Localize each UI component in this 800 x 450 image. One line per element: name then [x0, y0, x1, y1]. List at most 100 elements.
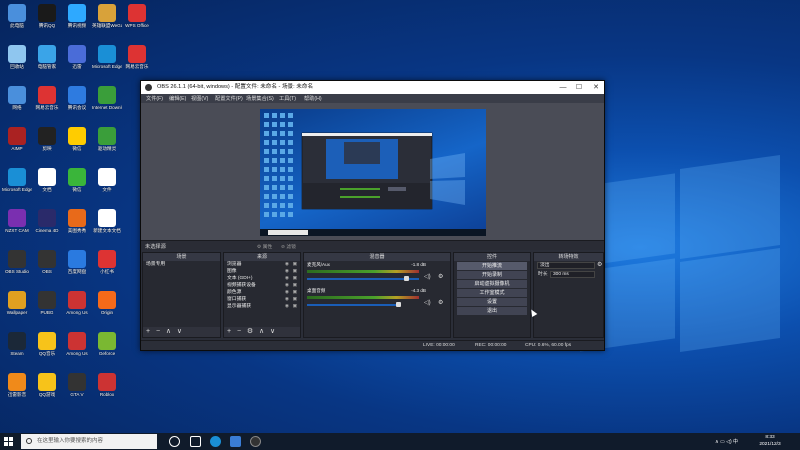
remove-scene-button[interactable]: −	[156, 328, 160, 335]
edge-icon[interactable]	[210, 436, 221, 447]
desktop-icon[interactable]: Geforce	[92, 330, 122, 370]
minimize-button[interactable]: —	[555, 81, 571, 94]
menu-file[interactable]: 文件(F)	[146, 95, 163, 102]
desktop-icon[interactable]: 微信	[62, 166, 92, 206]
desktop-icon[interactable]: WPS Office	[122, 2, 152, 42]
desktop-icon[interactable]: GTA V	[62, 371, 92, 411]
source-item-color[interactable]: 颜色源 ◉ ▣	[224, 289, 300, 296]
desktop-icon[interactable]: 文件	[92, 166, 122, 206]
desktop-icon[interactable]: Among Us	[62, 289, 92, 329]
desktop-icon[interactable]: 此电脑	[2, 2, 32, 42]
move-scene-down-button[interactable]: ∨	[177, 328, 182, 335]
source-item-video-capture[interactable]: 视频捕获设备 ◉ ▣	[224, 282, 300, 289]
eye-icon[interactable]: ◉	[285, 296, 289, 303]
desktop-icon[interactable]: QQ音乐	[32, 330, 62, 370]
desktop-icon[interactable]: 腾讯QQ	[32, 2, 62, 42]
desktop-icon[interactable]: 腾讯会议	[62, 84, 92, 124]
preview-canvas[interactable]	[141, 103, 604, 240]
menu-edit[interactable]: 编辑(E)	[169, 95, 186, 102]
desktop-icon[interactable]: 网易云音乐	[122, 43, 152, 83]
desktop-icon[interactable]: Among Us	[62, 330, 92, 370]
desktop-icon[interactable]: 驱动精灵	[92, 125, 122, 165]
preview-screen[interactable]	[260, 109, 486, 236]
task-view-icon[interactable]	[190, 436, 201, 447]
gear-icon[interactable]: ⚙	[438, 273, 443, 280]
start-virtual-camera-button[interactable]: 启动虚拟摄像机	[457, 280, 527, 288]
desktop-icon[interactable]: AIMP	[2, 125, 32, 165]
taskbar-search-box[interactable]: 在这里输入你要搜索的内容	[21, 434, 157, 449]
desktop-icon[interactable]: OBS	[32, 248, 62, 288]
volume-slider[interactable]	[307, 278, 419, 280]
desktop-icon[interactable]: 网络	[2, 84, 32, 124]
system-tray[interactable]: ∧ ▭ ◁) 中	[715, 438, 738, 445]
desktop-icon[interactable]: Microsoft Edge	[92, 43, 122, 83]
scene-item[interactable]: 场景专用	[143, 261, 220, 268]
obs-titlebar[interactable]: OBS 26.1.1 (64-bit, windows) - 配置文件: 未命名…	[141, 81, 604, 94]
source-item-image[interactable]: 图像 ◉ ▣	[224, 268, 300, 275]
speaker-icon[interactable]: ◁)	[424, 273, 431, 280]
desktop-icon[interactable]: OBS Studio	[2, 248, 32, 288]
lock-icon[interactable]: ▣	[292, 282, 297, 289]
studio-mode-button[interactable]: 工作室模式	[457, 289, 527, 297]
lock-icon[interactable]: ▣	[292, 261, 297, 268]
desktop-icon[interactable]: 剪映	[32, 125, 62, 165]
desktop-icon[interactable]: 网易云音乐	[32, 84, 62, 124]
desktop-icon[interactable]: Internet Download	[92, 84, 122, 124]
desktop-icon[interactable]: 英雄联盟WeGame	[92, 2, 122, 42]
start-recording-button[interactable]: 开始录制	[457, 271, 527, 279]
desktop-icon[interactable]: 美图秀秀	[62, 207, 92, 247]
taskbar-clock[interactable]: 8:33 2021/12/3	[751, 434, 789, 448]
eye-icon[interactable]: ◉	[285, 289, 289, 296]
lock-icon[interactable]: ▣	[292, 296, 297, 303]
volume-slider-handle[interactable]	[404, 276, 409, 281]
move-source-down-button[interactable]: ∨	[270, 328, 275, 335]
desktop-icon[interactable]: 电脑管家	[32, 43, 62, 83]
maximize-button[interactable]: ☐	[571, 81, 587, 94]
add-source-button[interactable]: +	[227, 328, 231, 335]
desktop-icon[interactable]: 迅雷	[62, 43, 92, 83]
move-scene-up-button[interactable]: ∧	[166, 328, 171, 335]
source-item-window-capture[interactable]: 窗口捕获 ◉ ▣	[224, 296, 300, 303]
eye-icon[interactable]: ◉	[285, 275, 289, 282]
lock-icon[interactable]: ▣	[292, 303, 297, 310]
steam-icon[interactable]	[230, 436, 241, 447]
desktop-icon[interactable]: Steam	[2, 330, 32, 370]
volume-slider-handle[interactable]	[396, 302, 401, 307]
eye-icon[interactable]: ◉	[285, 282, 289, 289]
eye-icon[interactable]: ◉	[285, 268, 289, 275]
move-source-up-button[interactable]: ∧	[259, 328, 264, 335]
duration-input[interactable]: 300 ms	[550, 271, 595, 278]
menu-scene-collection[interactable]: 场景集合(S)	[246, 95, 274, 102]
start-streaming-button[interactable]: 开始推流	[457, 262, 527, 270]
desktop-icon[interactable]: 微信	[62, 125, 92, 165]
desktop-icon[interactable]: 文档	[32, 166, 62, 206]
volume-slider[interactable]	[307, 304, 399, 306]
obs-taskbar-icon[interactable]	[250, 436, 261, 447]
gear-icon[interactable]: ⚙	[597, 261, 602, 270]
desktop-icon[interactable]: Wallpaper	[2, 289, 32, 329]
eye-icon[interactable]: ◉	[285, 303, 289, 310]
lock-icon[interactable]: ▣	[292, 289, 297, 296]
menu-profile[interactable]: 配置文件(P)	[215, 95, 243, 102]
properties-button[interactable]: ⚙ 属性	[257, 243, 272, 250]
start-button[interactable]	[4, 437, 13, 446]
menu-view[interactable]: 视图(V)	[191, 95, 208, 102]
desktop-icon[interactable]: 迅雷影音	[2, 371, 32, 411]
desktop-icon[interactable]: 腾讯视频	[62, 2, 92, 42]
speaker-icon[interactable]: ◁)	[424, 299, 431, 306]
menu-help[interactable]: 帮助(H)	[304, 95, 322, 102]
transition-type-select[interactable]: 淡出	[537, 262, 595, 269]
desktop-icon[interactable]: NZXT CAM	[2, 207, 32, 247]
desktop-icon[interactable]: Microsoft Edge	[2, 166, 32, 206]
desktop-icon[interactable]: PUBG	[32, 289, 62, 329]
desktop-icon[interactable]: Cinema 4D	[32, 207, 62, 247]
desktop-icon[interactable]: QQ游戏	[32, 371, 62, 411]
source-item-browser[interactable]: 浏览器 ◉ ▣	[224, 261, 300, 268]
desktop-icon[interactable]: 百度网盘	[62, 248, 92, 288]
gear-icon[interactable]: ⚙	[438, 299, 443, 306]
desktop-icon[interactable]: 小红书	[92, 248, 122, 288]
cortana-icon[interactable]	[169, 436, 180, 447]
settings-button[interactable]: 设置	[457, 298, 527, 306]
source-item-display-capture[interactable]: 显示器捕获 ◉ ▣	[224, 303, 300, 310]
desktop-icon[interactable]: Roblox	[92, 371, 122, 411]
